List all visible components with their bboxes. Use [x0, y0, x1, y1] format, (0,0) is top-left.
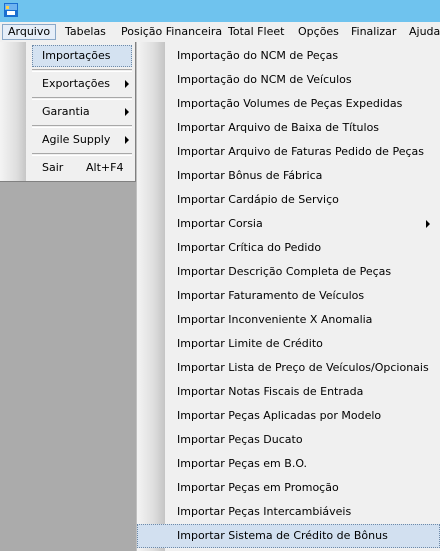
menu-item-importar-lista-preco[interactable]: Importar Lista de Preço de Veículos/Opci…: [137, 356, 440, 380]
menu-item-label: Importar Limite de Crédito: [177, 337, 323, 350]
menu-item-label: Importar Crítica do Pedido: [177, 241, 322, 254]
menu-item-label: Importar Peças Aplicadas por Modelo: [177, 409, 382, 422]
menu-item-label: Importar Arquivo de Faturas Pedido de Pe…: [177, 145, 424, 158]
menu-item-importar-corsia[interactable]: Importar Corsia: [137, 212, 440, 236]
menu-item-importar-bonus-fabrica[interactable]: Importar Bônus de Fábrica: [137, 164, 440, 188]
menu-separator: [32, 69, 132, 72]
menu-item-importar-pecas-ducato[interactable]: Importar Peças Ducato: [137, 428, 440, 452]
menu-item-importacao-ncm-veiculos[interactable]: Importação do NCM de Veículos: [137, 68, 440, 92]
menu-item-label: Importações: [42, 49, 111, 62]
menu-item-label: Importar Corsia: [177, 217, 263, 230]
menu-item-label: Importar Lista de Preço de Veículos/Opci…: [177, 361, 429, 374]
menu-item-importar-notas-fiscais[interactable]: Importar Notas Fiscais de Entrada: [137, 380, 440, 404]
menu-item-label: Sair: [42, 161, 64, 174]
importacoes-submenu: Importação do NCM de Peças Importação do…: [136, 42, 440, 551]
menu-opcoes[interactable]: Opções: [293, 24, 344, 40]
menu-tabelas[interactable]: Tabelas: [60, 24, 111, 40]
menu-item-importar-faturas-pedido[interactable]: Importar Arquivo de Faturas Pedido de Pe…: [137, 140, 440, 164]
menu-item-label: Importar Bônus de Fábrica: [177, 169, 323, 182]
menu-item-label: Importar Arquivo de Baixa de Títulos: [177, 121, 380, 134]
title-bar: [0, 0, 440, 22]
menu-bar: Arquivo Tabelas Posição Financeira Total…: [0, 22, 440, 43]
menu-item-importar-cardapio-servico[interactable]: Importar Cardápio de Serviço: [137, 188, 440, 212]
menu-item-label: Importar Notas Fiscais de Entrada: [177, 385, 364, 398]
menu-item-label: Importar Descrição Completa de Peças: [177, 265, 392, 278]
menu-item-importacoes[interactable]: Importações: [32, 45, 132, 67]
menu-item-exportacoes[interactable]: Exportações: [32, 73, 132, 95]
menu-separator: [32, 153, 132, 156]
menu-item-label: Importação do NCM de Peças: [177, 49, 339, 62]
menu-item-label: Importar Faturamento de Veículos: [177, 289, 365, 302]
menu-item-label: Agile Supply: [42, 133, 111, 146]
menu-item-label: Exportações: [42, 77, 111, 90]
chevron-right-icon: [125, 80, 129, 88]
menu-item-garantia[interactable]: Garantia: [32, 101, 132, 123]
menu-item-label: Importação do NCM de Veículos: [177, 73, 352, 86]
menu-item-sair[interactable]: Sair Alt+F4: [32, 157, 132, 179]
menu-total-fleet[interactable]: Total Fleet: [223, 24, 289, 40]
menu-item-importar-inconveniente-anomalia[interactable]: Importar Inconveniente X Anomalia: [137, 308, 440, 332]
menu-arquivo[interactable]: Arquivo: [2, 24, 57, 40]
menu-item-label: Importar Inconveniente X Anomalia: [177, 313, 373, 326]
menu-item-importar-pecas-aplicadas[interactable]: Importar Peças Aplicadas por Modelo: [137, 404, 440, 428]
menu-item-label: Importar Peças em Promoção: [177, 481, 339, 494]
menu-separator: [32, 125, 132, 128]
menu-item-label: Importar Sistema de Crédito de Bônus: [177, 529, 388, 542]
menu-item-label: Importar Cardápio de Serviço: [177, 193, 339, 206]
menu-item-importar-descricao-pecas[interactable]: Importar Descrição Completa de Peças: [137, 260, 440, 284]
menu-item-importacao-ncm-pecas[interactable]: Importação do NCM de Peças: [137, 44, 440, 68]
menu-item-importar-pecas-intercambiaveis[interactable]: Importar Peças Intercambiáveis: [137, 500, 440, 524]
menu-item-importacao-volumes-pecas[interactable]: Importação Volumes de Peças Expedidas: [137, 92, 440, 116]
menu-item-importar-baixa-titulos[interactable]: Importar Arquivo de Baixa de Títulos: [137, 116, 440, 140]
menu-item-label: Importar Peças Ducato: [177, 433, 303, 446]
menu-item-importar-faturamento-veiculos[interactable]: Importar Faturamento de Veículos: [137, 284, 440, 308]
menu-finalizar[interactable]: Finalizar: [346, 24, 401, 40]
menu-separator: [32, 97, 132, 100]
menu-item-importar-sistema-credito-bonus[interactable]: Importar Sistema de Crédito de Bônus: [137, 524, 440, 548]
arquivo-dropdown: Importações Exportações Garantia Agile S…: [0, 42, 136, 182]
app-icon[interactable]: [4, 3, 18, 17]
chevron-right-icon: [426, 220, 430, 228]
menu-item-label: Garantia: [42, 105, 90, 118]
chevron-right-icon: [125, 108, 129, 116]
menu-item-label: Importar Peças Intercambiáveis: [177, 505, 352, 518]
menu-item-importar-critica-pedido[interactable]: Importar Crítica do Pedido: [137, 236, 440, 260]
menu-ajuda[interactable]: Ajuda: [404, 24, 440, 40]
menu-item-label: Importação Volumes de Peças Expedidas: [177, 97, 403, 110]
menu-item-label: Importar Peças em B.O.: [177, 457, 308, 470]
menu-item-importar-pecas-promocao[interactable]: Importar Peças em Promoção: [137, 476, 440, 500]
menu-item-importar-limite-credito[interactable]: Importar Limite de Crédito: [137, 332, 440, 356]
chevron-right-icon: [125, 136, 129, 144]
menu-posicao-financeira[interactable]: Posição Financeira: [116, 24, 227, 40]
menu-item-importar-pecas-bo[interactable]: Importar Peças em B.O.: [137, 452, 440, 476]
shortcut-label: Alt+F4: [86, 161, 124, 174]
menu-item-agile-supply[interactable]: Agile Supply: [32, 129, 132, 151]
